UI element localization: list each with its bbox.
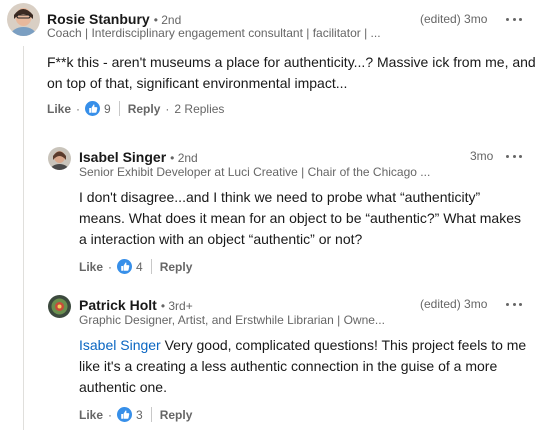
replies-count-link[interactable]: 2 Replies xyxy=(174,102,224,116)
thumbs-up-icon xyxy=(117,259,133,274)
separator-dot: · xyxy=(76,101,81,116)
comment-text: Isabel Singer Very good, complicated que… xyxy=(79,335,529,398)
avatar[interactable] xyxy=(48,295,71,318)
author-line: Rosie Stanbury • 2nd xyxy=(47,11,181,27)
author-line: Patrick Holt • 3rd+ xyxy=(79,297,193,313)
more-options-icon[interactable] xyxy=(506,150,522,162)
comment-rosie-stanbury: Rosie Stanbury • 2nd Coach | Interdiscip… xyxy=(0,0,543,130)
like-count[interactable]: 4 xyxy=(136,260,143,274)
thumbs-up-icon xyxy=(85,101,101,116)
divider xyxy=(150,259,152,274)
author-headline: Graphic Designer, Artist, and Erstwhile … xyxy=(79,313,385,327)
separator-dot: · xyxy=(108,407,113,422)
comment-actions: Like · 9 Reply · 2 Replies xyxy=(47,101,224,116)
comments-thread: Rosie Stanbury • 2nd Coach | Interdiscip… xyxy=(0,0,543,430)
author-headline: Senior Exhibit Developer at Luci Creativ… xyxy=(79,165,431,179)
like-button[interactable]: Like xyxy=(47,102,71,116)
connection-degree: • 3rd+ xyxy=(160,299,193,313)
connection-degree: • 2nd xyxy=(170,151,198,165)
reply-isabel-singer: Isabel Singer • 2nd Senior Exhibit Devel… xyxy=(0,140,543,282)
reply-button[interactable]: Reply xyxy=(128,102,161,116)
more-options-icon[interactable] xyxy=(506,13,522,25)
comment-timestamp: 3mo xyxy=(470,149,494,163)
author-line: Isabel Singer • 2nd xyxy=(79,149,198,165)
mention-link[interactable]: Isabel Singer xyxy=(79,337,161,353)
comment-timestamp: (edited) 3mo xyxy=(420,297,488,311)
comment-actions: Like · 4 Reply xyxy=(79,259,192,274)
separator-dot: · xyxy=(108,259,113,274)
author-name[interactable]: Rosie Stanbury xyxy=(47,11,150,27)
like-count[interactable]: 3 xyxy=(136,408,143,422)
reply-button[interactable]: Reply xyxy=(160,408,193,422)
author-name[interactable]: Patrick Holt xyxy=(79,297,157,313)
author-headline: Coach | Interdisciplinary engagement con… xyxy=(47,26,381,40)
reply-patrick-holt: Patrick Holt • 3rd+ Graphic Designer, Ar… xyxy=(0,288,543,430)
comment-actions: Like · 3 Reply xyxy=(79,407,192,422)
separator-dot: · xyxy=(165,101,170,116)
divider xyxy=(150,407,152,422)
comment-text: F**k this - aren't museums a place for a… xyxy=(47,54,536,91)
connection-degree: • 2nd xyxy=(153,13,182,27)
divider xyxy=(118,101,120,116)
thumbs-up-icon xyxy=(117,407,133,422)
comment-text: I don't disagree...and I think we need t… xyxy=(79,189,521,247)
like-count[interactable]: 9 xyxy=(104,102,111,116)
reply-button[interactable]: Reply xyxy=(160,260,193,274)
like-button[interactable]: Like xyxy=(79,260,103,274)
avatar[interactable] xyxy=(7,3,40,36)
author-name[interactable]: Isabel Singer xyxy=(79,149,166,165)
like-button[interactable]: Like xyxy=(79,408,103,422)
more-options-icon[interactable] xyxy=(506,298,522,310)
avatar[interactable] xyxy=(48,147,71,170)
comment-timestamp: (edited) 3mo xyxy=(420,12,488,26)
